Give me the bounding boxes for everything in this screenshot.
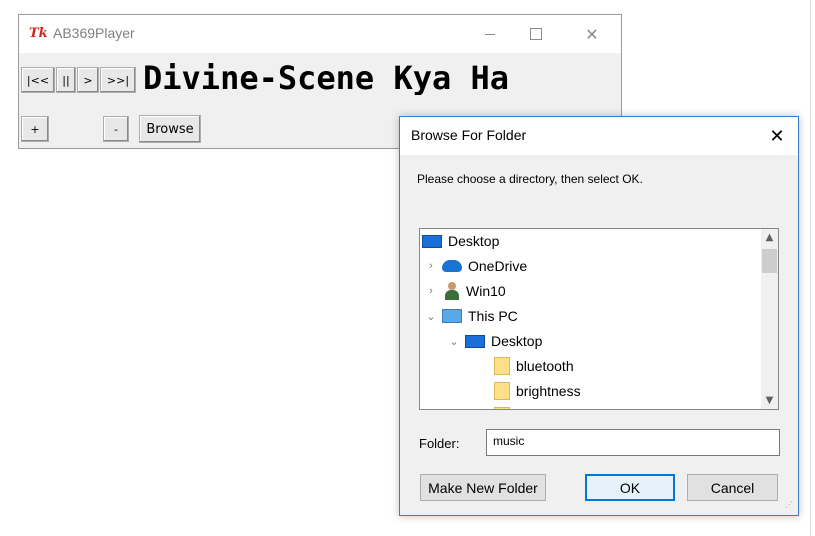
folder-icon xyxy=(494,382,510,400)
minimize-button[interactable] xyxy=(467,15,513,53)
folder-label: Folder: xyxy=(419,436,460,451)
ok-button[interactable]: OK xyxy=(585,474,675,501)
resize-grip-icon[interactable]: ⋰ xyxy=(785,501,795,512)
tree-item-label: Desktop xyxy=(491,333,543,349)
tree-item-label: bluetooth xyxy=(516,358,574,374)
tree-item-bluetooth[interactable]: bluetooth xyxy=(494,354,574,378)
previous-track-button[interactable]: |<< xyxy=(21,67,55,93)
scroll-down-icon[interactable]: ▼ xyxy=(761,392,778,409)
browse-button[interactable]: Browse xyxy=(139,115,201,143)
chevron-right-icon[interactable]: › xyxy=(424,260,438,272)
tree-item-label: brightness xyxy=(516,383,581,399)
folder-tree[interactable]: Desktop › OneDrive › Win10 ⌄ This PC ⌄ D… xyxy=(419,228,779,410)
dialog-close-button[interactable]: ✕ xyxy=(764,123,790,149)
close-icon: ✕ xyxy=(585,24,599,44)
tree-item-desktop-root[interactable]: Desktop xyxy=(420,229,499,253)
desktop-icon xyxy=(422,234,442,248)
play-button[interactable]: > xyxy=(77,67,99,93)
next-track-button[interactable]: >>| xyxy=(100,67,136,93)
user-icon xyxy=(444,282,460,300)
folder-input[interactable]: music xyxy=(486,429,780,456)
player-title: AB369Player xyxy=(53,25,135,41)
minimize-icon xyxy=(485,33,495,35)
tree-item-label: Win10 xyxy=(466,283,506,299)
scroll-up-icon[interactable]: ▲ xyxy=(761,229,778,246)
close-button[interactable]: ✕ xyxy=(569,15,615,53)
desktop-icon xyxy=(465,334,485,348)
tk-logo-icon: Tk xyxy=(29,26,48,41)
pause-button[interactable]: || xyxy=(56,67,76,93)
chevron-down-icon[interactable]: ⌄ xyxy=(424,310,438,323)
tree-item-partial xyxy=(494,404,516,409)
maximize-button[interactable] xyxy=(513,15,559,53)
make-new-folder-button[interactable]: Make New Folder xyxy=(420,474,546,501)
screen-edge-line xyxy=(810,0,811,536)
tree-item-onedrive[interactable]: › OneDrive xyxy=(424,254,527,278)
scrollbar-thumb[interactable] xyxy=(762,249,777,273)
chevron-right-icon[interactable]: › xyxy=(424,285,438,297)
tree-item-brightness[interactable]: brightness xyxy=(494,379,581,403)
tree-item-label: OneDrive xyxy=(468,258,528,274)
dialog-title: Browse For Folder xyxy=(411,127,527,143)
chevron-down-icon[interactable]: ⌄ xyxy=(447,335,461,348)
cloud-icon xyxy=(442,260,462,272)
close-icon: ✕ xyxy=(769,125,785,147)
dialog-instructions: Please choose a directory, then select O… xyxy=(417,172,643,186)
volume-up-button[interactable]: + xyxy=(21,116,49,142)
folder-icon xyxy=(494,407,510,409)
tree-item-label: Desktop xyxy=(448,233,500,249)
tree-item-win10[interactable]: › Win10 xyxy=(424,279,506,303)
folder-icon xyxy=(494,357,510,375)
tree-item-desktop[interactable]: ⌄ Desktop xyxy=(447,329,542,353)
tree-item-this-pc[interactable]: ⌄ This PC xyxy=(424,304,518,328)
player-titlebar[interactable]: Tk AB369Player ✕ xyxy=(19,15,621,53)
maximize-icon xyxy=(530,28,542,40)
computer-icon xyxy=(442,309,462,323)
tree-scrollbar[interactable]: ▲ ▼ xyxy=(761,229,778,409)
browse-folder-dialog: Browse For Folder ✕ Please choose a dire… xyxy=(399,116,799,516)
cancel-button[interactable]: Cancel xyxy=(687,474,778,501)
tree-item-label: This PC xyxy=(468,308,518,324)
volume-down-button[interactable]: - xyxy=(103,116,129,142)
dialog-titlebar[interactable]: Browse For Folder ✕ xyxy=(400,117,798,155)
now-playing-title: Divine-Scene Kya Ha xyxy=(143,61,510,95)
